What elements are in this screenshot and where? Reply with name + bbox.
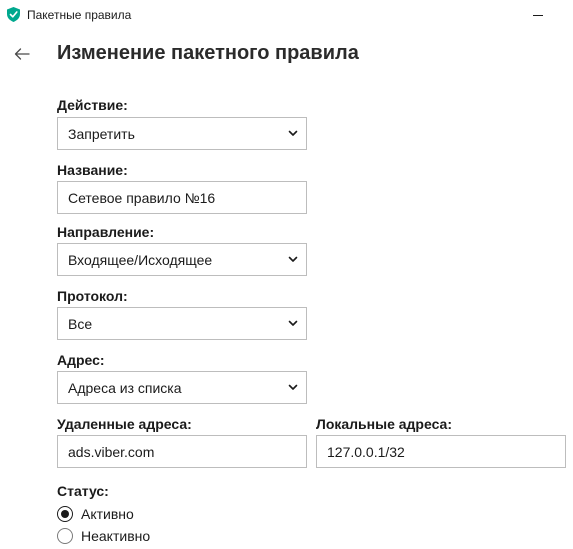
protocol-select-value: Все: [68, 316, 93, 332]
action-select[interactable]: Запретить: [57, 117, 307, 150]
local-addresses-value: 127.0.0.1/32: [327, 444, 405, 460]
back-button[interactable]: [8, 40, 36, 68]
protocol-select[interactable]: Все: [57, 307, 307, 340]
status-active-label: Активно: [81, 506, 134, 522]
action-label: Действие:: [57, 97, 128, 113]
status-active-radio[interactable]: Активно: [57, 505, 177, 523]
remote-addresses-label: Удаленные адреса:: [57, 416, 192, 432]
window-titlebar: Пакетные правила: [0, 0, 573, 30]
page-title: Изменение пакетного правила: [57, 42, 359, 64]
direction-select[interactable]: Входящее/Исходящее: [57, 243, 307, 276]
direction-select-value: Входящее/Исходящее: [68, 252, 213, 268]
direction-label: Направление:: [57, 224, 155, 240]
status-label: Статус:: [57, 483, 109, 499]
address-select-value: Адреса из списка: [68, 380, 182, 396]
address-select[interactable]: Адреса из списка: [57, 371, 307, 404]
action-select-value: Запретить: [68, 126, 135, 142]
radio-checked-icon: [57, 506, 73, 522]
minimize-button[interactable]: [516, 0, 562, 30]
window-title: Пакетные правила: [27, 8, 132, 22]
name-label: Название:: [57, 162, 128, 178]
local-addresses-label: Локальные адреса:: [316, 416, 452, 432]
arrow-left-icon: [14, 48, 30, 60]
remote-addresses-value: ads.viber.com: [68, 444, 155, 460]
name-input-value: Сетевое правило №16: [68, 190, 216, 206]
minimize-icon: [533, 15, 543, 16]
chevron-down-icon: [288, 320, 298, 326]
chevron-down-icon: [288, 256, 298, 262]
radio-unchecked-icon: [57, 528, 73, 544]
name-input[interactable]: Сетевое правило №16: [57, 181, 307, 214]
protocol-label: Протокол:: [57, 288, 128, 304]
chevron-down-icon: [288, 384, 298, 390]
address-label: Адрес:: [57, 352, 105, 368]
status-inactive-label: Неактивно: [81, 528, 151, 544]
local-addresses-input[interactable]: 127.0.0.1/32: [316, 435, 566, 468]
chevron-down-icon: [288, 130, 298, 136]
kaspersky-shield-icon: [7, 7, 20, 22]
remote-addresses-input[interactable]: ads.viber.com: [57, 435, 307, 468]
status-inactive-radio[interactable]: Неактивно: [57, 527, 177, 545]
